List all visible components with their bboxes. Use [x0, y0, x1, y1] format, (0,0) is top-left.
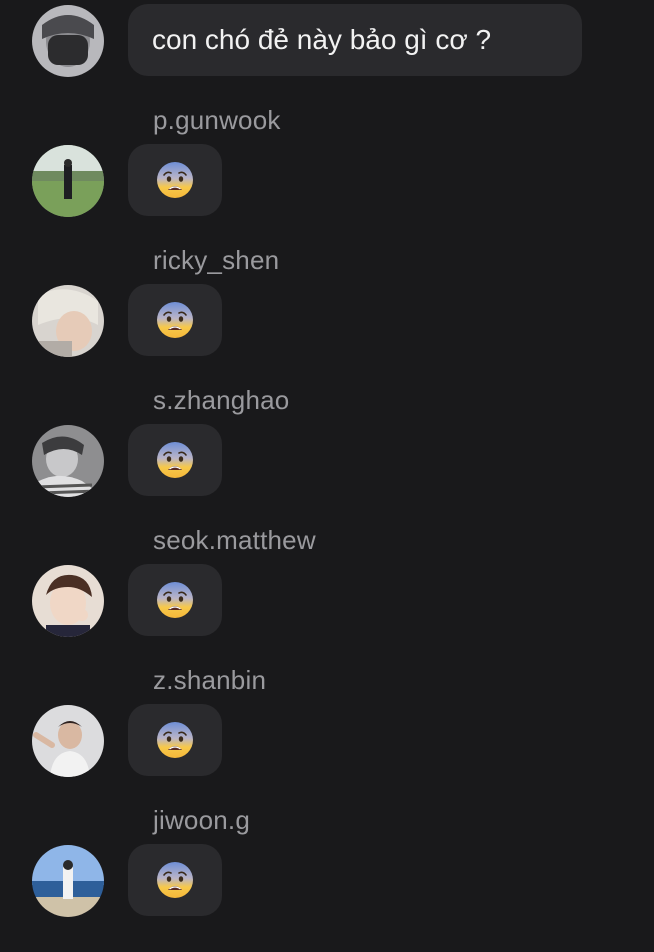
fearful-face-icon — [155, 160, 195, 200]
fearful-face-icon — [155, 300, 195, 340]
avatar[interactable] — [32, 425, 104, 497]
reaction-bubble[interactable] — [128, 424, 222, 496]
fearful-face-icon — [155, 720, 195, 760]
avatar[interactable] — [32, 565, 104, 637]
avatar[interactable] — [32, 5, 104, 77]
username-label[interactable]: z.shanbin — [153, 664, 266, 696]
username-label[interactable]: s.zhanghao — [153, 384, 289, 416]
message-bubble[interactable]: con chó đẻ này bảo gì cơ ? — [128, 4, 582, 76]
reaction-bubble[interactable] — [128, 564, 222, 636]
username-label[interactable]: ricky_shen — [153, 244, 279, 276]
avatar[interactable] — [32, 145, 104, 217]
fearful-face-icon — [155, 580, 195, 620]
reaction-bubble[interactable] — [128, 704, 222, 776]
chat-thread: con chó đẻ này bảo gì cơ ? p.gunwook ric… — [0, 0, 654, 952]
avatar[interactable] — [32, 845, 104, 917]
reaction-bubble[interactable] — [128, 144, 222, 216]
reaction-bubble[interactable] — [128, 284, 222, 356]
avatar[interactable] — [32, 705, 104, 777]
username-label[interactable]: p.gunwook — [153, 104, 281, 136]
reaction-bubble[interactable] — [128, 844, 222, 916]
avatar[interactable] — [32, 285, 104, 357]
username-label[interactable]: jiwoon.g — [153, 804, 250, 836]
fearful-face-icon — [155, 860, 195, 900]
username-label[interactable]: seok.matthew — [153, 524, 316, 556]
message-text: con chó đẻ này bảo gì cơ ? — [152, 24, 492, 55]
fearful-face-icon — [155, 440, 195, 480]
